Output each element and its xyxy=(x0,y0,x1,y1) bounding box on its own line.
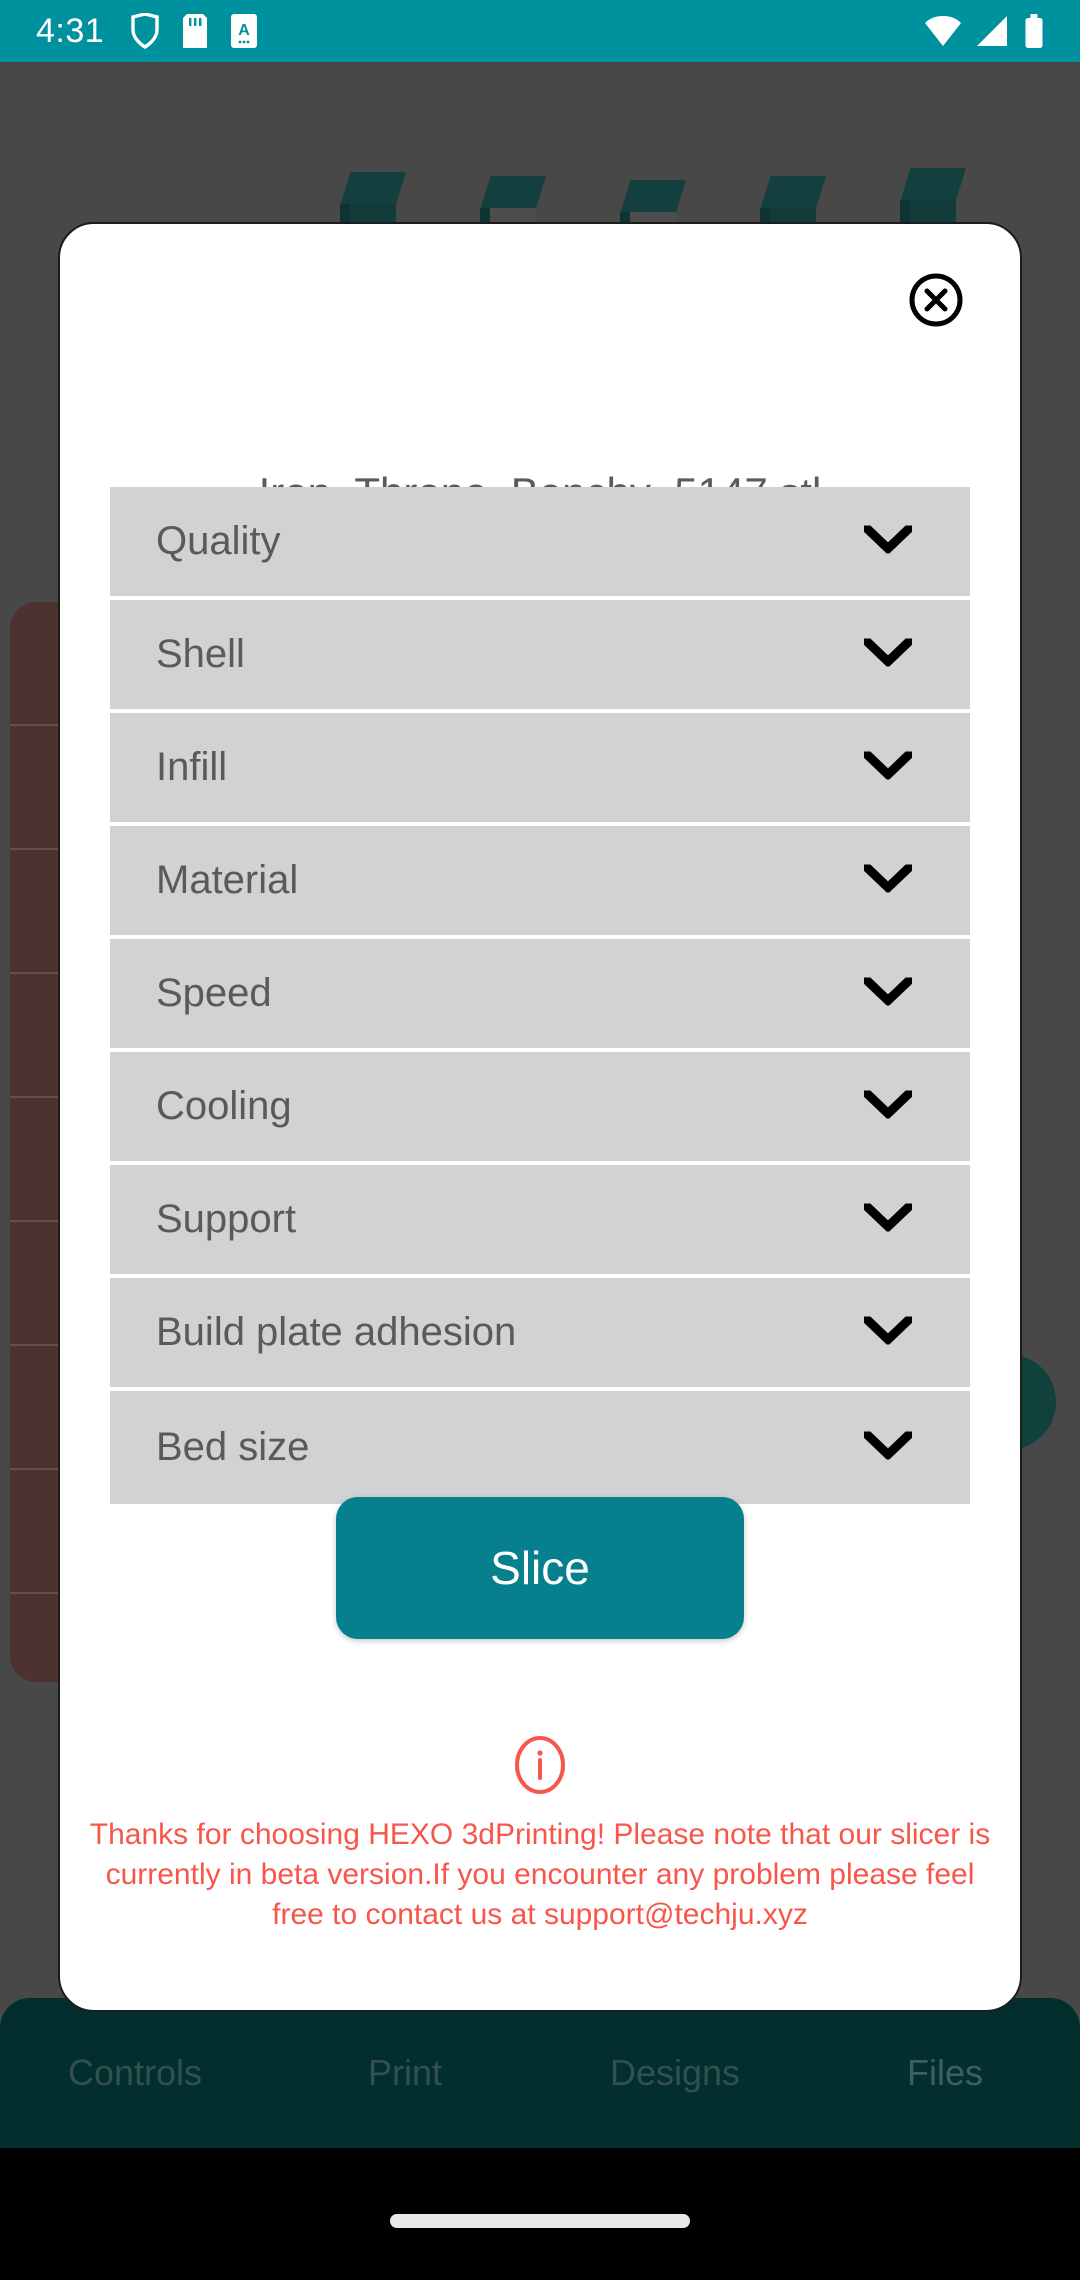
bottom-tab-print[interactable]: Print xyxy=(270,2052,540,2094)
accordion-item-material[interactable]: Material xyxy=(110,826,970,939)
bottom-tab-designs[interactable]: Designs xyxy=(540,2052,810,2094)
accordion-item-support[interactable]: Support xyxy=(110,1165,970,1278)
chevron-down-icon xyxy=(860,1427,916,1464)
accordion-item-build-plate-adhesion[interactable]: Build plate adhesion xyxy=(110,1278,970,1391)
accordion-item-label: Speed xyxy=(156,971,272,1015)
cube-top-face xyxy=(900,168,966,202)
status-bar-system-icons xyxy=(924,14,1044,48)
bottom-navigation-bar: Controls Print Designs Files xyxy=(0,1998,1080,2148)
accordion-item-shell[interactable]: Shell xyxy=(110,600,970,713)
chevron-down-icon xyxy=(860,521,916,558)
bottom-tab-label: Print xyxy=(367,2052,443,2093)
phone-screen: Controls Print Designs Files Iron_Throne… xyxy=(0,0,1080,2280)
accordion-item-quality[interactable]: Quality xyxy=(110,487,970,600)
chevron-down-icon xyxy=(860,634,916,671)
bottom-tab-label: Designs xyxy=(609,2052,741,2093)
chevron-down-icon xyxy=(860,747,916,784)
accordion-item-label: Build plate adhesion xyxy=(156,1310,517,1354)
bottom-tab-label: Files xyxy=(906,2052,983,2093)
cube-top-face xyxy=(760,176,826,210)
bottom-tab-controls[interactable]: Controls xyxy=(0,2052,270,2094)
bottom-tab-files[interactable]: Files xyxy=(810,2052,1080,2094)
accordion-item-label: Cooling xyxy=(156,1084,292,1128)
chevron-down-icon xyxy=(860,1199,916,1236)
accordion-item-speed[interactable]: Speed xyxy=(110,939,970,1052)
accordion-item-label: Infill xyxy=(156,745,228,789)
bottom-tab-label: Controls xyxy=(67,2052,203,2093)
cube-top-face xyxy=(340,172,406,206)
status-bar: 4:31 A xyxy=(0,0,1080,62)
battery-icon xyxy=(1025,14,1043,48)
accordion-item-label: Shell xyxy=(156,632,245,676)
info-circle-icon xyxy=(509,1734,571,1801)
gesture-pill[interactable] xyxy=(390,2214,690,2228)
cell-signal-icon xyxy=(977,16,1007,46)
accordion-item-bed-size[interactable]: Bed size xyxy=(110,1391,970,1504)
shield-icon xyxy=(131,13,159,49)
cube-top-face xyxy=(480,176,546,210)
accordion-item-label: Material xyxy=(156,858,299,902)
slice-button[interactable]: Slice xyxy=(336,1497,744,1639)
chevron-down-icon xyxy=(860,1312,916,1349)
accordion-item-label: Support xyxy=(156,1197,297,1241)
accordion-item-label: Quality xyxy=(156,519,281,563)
close-circle-icon xyxy=(909,273,963,327)
android-gesture-bar xyxy=(0,2148,1080,2280)
slicer-settings-dialog: Iron_Throne_Benchy_5147.stl Quality Shel… xyxy=(58,222,1022,2012)
status-bar-clock: 4:31 xyxy=(36,11,105,50)
beta-notice-text: Thanks for choosing HEXO 3dPrinting! Ple… xyxy=(89,1818,991,1931)
accordion-item-cooling[interactable]: Cooling xyxy=(110,1052,970,1165)
beta-notice: Thanks for choosing HEXO 3dPrinting! Ple… xyxy=(60,1734,1020,1935)
chevron-down-icon xyxy=(860,1086,916,1123)
app-badge-a-icon: A xyxy=(231,14,258,48)
sd-card-icon xyxy=(183,14,208,48)
settings-accordion: Quality Shell Infill Material Speed Cool… xyxy=(110,487,970,1504)
svg-text:A: A xyxy=(238,22,250,39)
accordion-item-label: Bed size xyxy=(156,1425,310,1469)
chevron-down-icon xyxy=(860,860,916,897)
wifi-icon xyxy=(925,16,961,46)
accordion-item-infill[interactable]: Infill xyxy=(110,713,970,826)
cube-top-face xyxy=(620,180,686,214)
close-button[interactable] xyxy=(908,272,964,328)
chevron-down-icon xyxy=(860,973,916,1010)
status-bar-notification-icons: A xyxy=(130,13,258,49)
